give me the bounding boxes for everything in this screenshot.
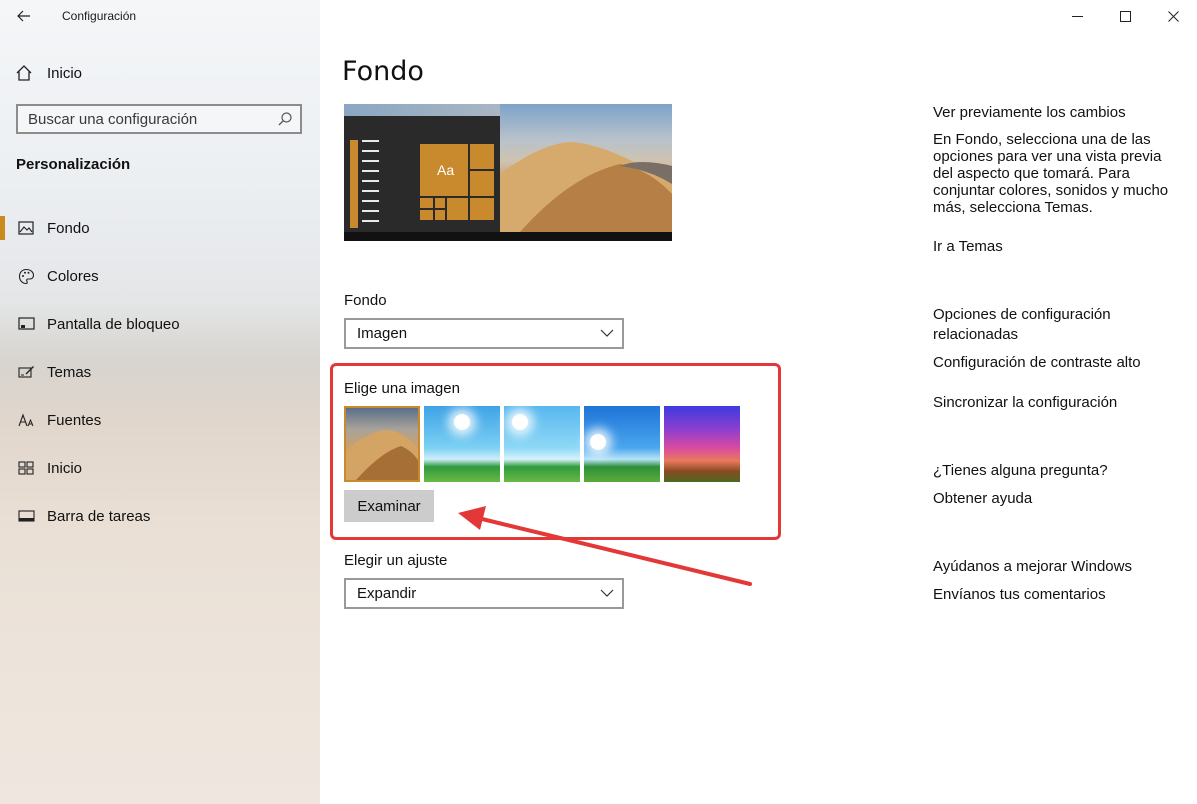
background-label: Fondo [344,292,387,309]
preview-wallpaper [500,104,672,232]
sidebar-item-label: Pantalla de bloqueo [47,315,180,333]
preview-tile-text: Aa [437,162,455,178]
image-thumbnails [344,406,740,482]
fit-label: Elegir un ajuste [344,552,448,569]
search-icon[interactable] [277,111,293,132]
sidebar-item-label: Fuentes [47,411,102,429]
sidebar-item-inicio[interactable]: Inicio [0,444,320,492]
question-heading: ¿Tienes alguna pregunta? [933,462,1108,479]
start-grid-icon [17,459,35,477]
close-icon [1167,10,1179,22]
chevron-down-icon [600,586,614,605]
sidebar: Configuración Inicio Personalización Fon… [0,0,320,804]
palette-icon [17,267,35,285]
feedback-link[interactable]: Envíanos tus comentarios [933,586,1183,603]
fit-value: Expandir [357,585,417,602]
fit-dropdown[interactable]: Expandir [344,578,624,609]
font-icon [17,411,35,429]
search-box[interactable] [16,104,302,134]
sidebar-home-label: Inicio [47,64,83,82]
background-type-value: Imagen [357,325,408,342]
preview-changes-description: En Fondo, selecciona una de las opciones… [933,131,1169,216]
thumbnail-sky-blue[interactable] [584,406,660,482]
preview-sky-strip [344,104,500,116]
get-help-link[interactable]: Obtener ayuda [933,490,1183,507]
choose-image-label: Elige una imagen [344,380,460,397]
preview-taskbar [344,232,672,241]
preview-changes-heading: Ver previamente los cambios [933,104,1126,121]
preview-menu-lines [362,140,379,230]
minimize-icon [1071,15,1083,17]
sidebar-item-fondo[interactable]: Fondo [0,204,320,252]
maximize-icon [1119,10,1131,22]
themes-link[interactable]: Ir a Temas [933,238,1183,255]
section-title: Personalización [16,156,131,173]
thumbnail-sky-green-2[interactable] [504,406,580,482]
high-contrast-link[interactable]: Configuración de contraste alto [933,354,1183,371]
chevron-down-icon [600,326,614,345]
page-title: Fondo [342,56,424,87]
sidebar-item-label: Temas [47,363,92,381]
window-title: Configuración [62,9,137,23]
minimize-button[interactable] [1053,0,1101,32]
close-button[interactable] [1149,0,1197,32]
back-button[interactable] [9,4,39,28]
background-preview: Aa [344,104,672,241]
improve-windows-heading: Ayúdanos a mejorar Windows [933,558,1132,575]
sidebar-home[interactable]: Inicio [14,62,82,84]
preview-accent-strip [350,140,358,228]
sidebar-item-barra-tareas[interactable]: Barra de tareas [0,492,320,540]
sidebar-item-label: Inicio [47,459,83,477]
search-input[interactable] [28,110,268,128]
thumbnail-sky-green[interactable] [424,406,500,482]
sidebar-item-temas[interactable]: Temas [0,348,320,396]
related-settings-heading: Opciones de configuración relacionadas [933,306,1111,343]
sidebar-nav: Fondo Colores Pantalla de bloqueo Temas … [0,204,320,540]
sidebar-item-pantalla-bloqueo[interactable]: Pantalla de bloqueo [0,300,320,348]
browse-button[interactable]: Examinar [344,490,434,522]
home-icon [14,63,34,83]
themes-brush-icon [17,363,35,381]
sync-settings-link[interactable]: Sincronizar la configuración [933,394,1183,411]
sidebar-item-fuentes[interactable]: Fuentes [0,396,320,444]
maximize-button[interactable] [1101,0,1149,32]
taskbar-icon [17,507,35,525]
thumbnail-desert[interactable] [344,406,420,482]
sidebar-item-label: Colores [47,267,99,285]
picture-icon [17,219,35,237]
background-type-dropdown[interactable]: Imagen [344,318,624,349]
sidebar-item-label: Fondo [47,219,90,237]
lock-screen-icon [17,315,35,333]
sidebar-item-label: Barra de tareas [47,507,151,525]
arrow-left-icon [17,10,30,22]
sidebar-item-colores[interactable]: Colores [0,252,320,300]
window-controls [1053,0,1197,32]
preview-tiles: Aa [420,144,494,220]
thumbnail-purple-sunset[interactable] [664,406,740,482]
